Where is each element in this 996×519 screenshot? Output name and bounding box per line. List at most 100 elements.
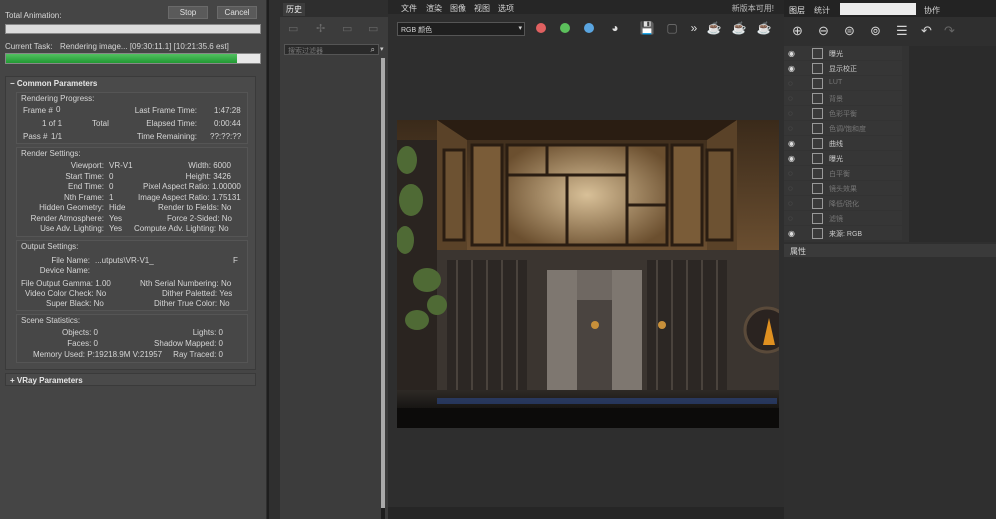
layer-type-icon xyxy=(812,153,823,164)
visibility-eye-icon[interactable]: ◉ xyxy=(788,64,798,73)
layer-label: 曲线 xyxy=(829,141,843,148)
file-name-label: File Name: xyxy=(51,256,90,265)
channel-select[interactable]: RGB 颜色 ▾ xyxy=(397,22,525,36)
layer-row[interactable]: ◉ 显示校正 xyxy=(784,61,902,76)
menu-file[interactable]: 文件 xyxy=(401,3,417,14)
layer-row[interactable]: ◌ LUT xyxy=(784,76,902,91)
history-scroll-thumb[interactable] xyxy=(381,58,385,508)
green-channel-icon xyxy=(560,23,570,33)
stop-render-icon[interactable]: ☕ xyxy=(730,20,748,36)
layer-row[interactable]: ◌ 降低/锐化 xyxy=(784,196,902,211)
clear-image-icon[interactable]: ▢ xyxy=(663,20,681,36)
lights-label: Lights: xyxy=(192,328,217,337)
layer-type-icon xyxy=(812,213,823,224)
visibility-eye-icon[interactable]: ◉ xyxy=(788,154,798,163)
layer-row[interactable]: ◉ 来源: RGB xyxy=(784,226,902,241)
layer-label: 镜头效果 xyxy=(829,186,857,193)
current-task-value: Rendering image... [09:30:11.1] [10:21:3… xyxy=(60,42,229,51)
layer-row[interactable]: ◌ 滤镜 xyxy=(784,211,902,226)
remove-layer-icon[interactable]: ⊖ xyxy=(818,23,829,39)
chevron-down-icon: ▾ xyxy=(518,25,522,32)
visibility-eye-icon[interactable]: ◉ xyxy=(788,139,798,148)
layer-label: 白平衡 xyxy=(829,171,850,178)
menu-render[interactable]: 渲染 xyxy=(426,3,442,14)
visibility-eye-icon[interactable]: ◉ xyxy=(788,229,798,238)
vray-parameters-rollout[interactable]: + VRay Parameters xyxy=(5,373,256,386)
layers-list-empty xyxy=(909,46,996,242)
cancel-button[interactable]: Cancel xyxy=(217,6,257,19)
viewport-label: Viewport: xyxy=(70,161,104,170)
undo-icon[interactable]: ↶ xyxy=(921,23,932,39)
visibility-eye-icon[interactable]: ◌ xyxy=(788,199,798,208)
list-icon[interactable]: ☰ xyxy=(896,23,908,39)
hidden-geometry-value: Hide xyxy=(109,203,126,212)
menu-view[interactable]: 视图 xyxy=(474,3,490,14)
layer-row[interactable]: ◉ 曝光 xyxy=(784,151,902,166)
visibility-eye-icon[interactable]: ◌ xyxy=(788,214,798,223)
expand-plus-icon: + xyxy=(10,376,17,385)
redo-icon[interactable]: ↷ xyxy=(944,23,955,39)
stop-button[interactable]: Stop xyxy=(168,6,208,19)
search-icon[interactable]: ⌕ xyxy=(371,45,375,55)
load-history-icon[interactable]: ▭ xyxy=(342,22,352,35)
more-tools-icon[interactable]: » xyxy=(685,20,703,36)
visibility-eye-icon[interactable]: ◉ xyxy=(788,49,798,58)
visibility-eye-icon[interactable]: ◌ xyxy=(788,124,798,133)
render-fields-row: Render to Fields: No xyxy=(158,203,231,212)
layer-row[interactable]: ◌ 色调/饱和度 xyxy=(784,121,902,136)
interactive-render-icon[interactable]: ☕ xyxy=(755,20,773,36)
tab-history[interactable]: 历史 xyxy=(283,3,305,16)
new-version-notice[interactable]: 新版本可用! xyxy=(732,3,774,14)
visibility-eye-icon[interactable]: ◌ xyxy=(788,109,798,118)
history-scrollbar[interactable] xyxy=(381,58,385,519)
tab-collaborate[interactable]: 协作 xyxy=(924,5,940,16)
save-layers-icon[interactable]: ⊜ xyxy=(844,23,855,39)
last-frame-time-value: 1:47:28 xyxy=(214,106,241,115)
layer-type-icon xyxy=(812,228,823,239)
tab-layers[interactable]: 图层 xyxy=(789,5,805,16)
save-image-icon[interactable]: 💾 xyxy=(638,20,656,36)
layer-row[interactable]: ◌ 背景 xyxy=(784,91,902,106)
visibility-eye-icon[interactable]: ◌ xyxy=(788,94,798,103)
layer-label: LUT xyxy=(829,79,843,86)
alpha-channel-icon[interactable]: ◕ xyxy=(606,20,624,36)
add-history-icon[interactable]: ✢ xyxy=(316,22,325,35)
width-label: Width: xyxy=(188,161,211,170)
time-remaining-label: Time Remaining: xyxy=(136,132,197,141)
layer-row[interactable]: ◌ 白平衡 xyxy=(784,166,902,181)
green-channel-button[interactable] xyxy=(556,20,574,36)
render-fields-value: No xyxy=(221,203,232,212)
menu-image[interactable]: 图像 xyxy=(450,3,466,14)
save-history-icon[interactable]: ▭ xyxy=(288,22,298,35)
layer-row[interactable]: ◌ 镜头效果 xyxy=(784,181,902,196)
visibility-eye-icon[interactable]: ◌ xyxy=(788,184,798,193)
layer-label: 背景 xyxy=(829,96,843,103)
viewport-value: VR-V1 xyxy=(109,161,133,170)
red-channel-button[interactable] xyxy=(532,20,550,36)
load-layers-icon[interactable]: ⊚ xyxy=(870,23,881,39)
width-row: Width: 6000 xyxy=(161,161,231,170)
image-aspect-value: 1.75131 xyxy=(211,193,241,202)
common-parameters-title[interactable]: − Common Parameters xyxy=(10,79,97,88)
height-row: Height: 3426 xyxy=(161,172,231,181)
tab-stats[interactable]: 统计 xyxy=(814,5,830,16)
history-filter-input[interactable]: 搜索过滤器 ⌕ xyxy=(284,44,379,55)
render-teapot-icon[interactable]: ☕ xyxy=(705,20,723,36)
layer-type-icon xyxy=(812,123,823,134)
dither-paletted-row: Dither Paletted: Yes xyxy=(162,289,232,298)
blue-channel-button[interactable] xyxy=(580,20,598,36)
compare-history-icon[interactable]: ▭ xyxy=(368,22,378,35)
layer-row[interactable]: ◉ 曝光 xyxy=(784,46,902,61)
layer-row[interactable]: ◉ 曲线 xyxy=(784,136,902,151)
add-layer-icon[interactable]: ⊕ xyxy=(792,23,803,39)
menu-options[interactable]: 选项 xyxy=(498,3,514,14)
visibility-eye-icon[interactable]: ◌ xyxy=(788,169,798,178)
dither-paletted-value: Yes xyxy=(219,289,233,298)
width-value: 6000 xyxy=(213,161,231,170)
filter-dropdown-icon[interactable]: ▾ xyxy=(380,45,384,53)
blue-channel-icon xyxy=(584,23,594,33)
layer-row[interactable]: ◌ 色彩平衡 xyxy=(784,106,902,121)
last-frame-time-label: Last Frame Time: xyxy=(134,106,197,115)
layer-type-icon xyxy=(812,78,823,89)
visibility-eye-icon[interactable]: ◌ xyxy=(788,79,798,88)
